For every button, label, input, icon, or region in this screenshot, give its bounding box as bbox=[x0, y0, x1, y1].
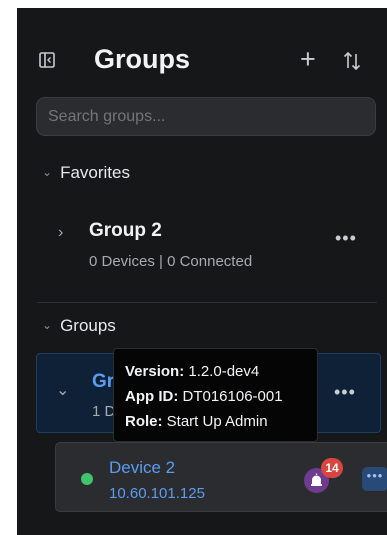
app-id-label: App ID: bbox=[125, 388, 179, 405]
chevron-down-icon: ⌄ bbox=[42, 165, 53, 179]
favorites-label: Favorites bbox=[60, 163, 130, 182]
groups-section-header[interactable]: ⌄ Groups bbox=[42, 316, 116, 336]
favorites-section-header[interactable]: ⌄ Favorites bbox=[42, 163, 130, 183]
device-info-tooltip: Version: 1.2.0-dev4 App ID: DT016106-001… bbox=[113, 348, 318, 442]
tooltip-role-row: Role: Start Up Admin bbox=[125, 409, 306, 434]
device-name[interactable]: Device 2 bbox=[109, 458, 175, 478]
groups-label: Groups bbox=[60, 316, 116, 335]
group-menu-button[interactable]: ••• bbox=[334, 382, 356, 403]
connected-count: 0 Connected bbox=[167, 253, 253, 270]
app-id-value: DT016106-001 bbox=[182, 388, 283, 405]
group-stats: 1 D bbox=[92, 403, 116, 420]
role-label: Role: bbox=[125, 413, 163, 430]
device-card[interactable]: Device 2 10.60.101.125 14 ••• bbox=[55, 442, 387, 512]
role-value: Start Up Admin bbox=[166, 413, 268, 430]
sort-icon[interactable] bbox=[343, 50, 361, 72]
device-ip: 10.60.101.125 bbox=[109, 485, 205, 502]
add-group-button[interactable]: + bbox=[300, 44, 316, 74]
page-title: Groups bbox=[94, 44, 191, 74]
sidebar-collapse-icon[interactable] bbox=[39, 52, 55, 68]
alarm-count-badge: 14 bbox=[321, 458, 343, 478]
chevron-down-icon: ⌄ bbox=[42, 318, 53, 332]
tooltip-version-row: Version: 1.2.0-dev4 bbox=[125, 359, 306, 384]
tooltip-appid-row: App ID: DT016106-001 bbox=[125, 384, 306, 409]
group-name: Group 2 bbox=[89, 220, 162, 241]
section-divider bbox=[37, 302, 377, 303]
panel-header: Groups + bbox=[17, 38, 387, 84]
device-count: 0 Devices bbox=[89, 253, 155, 270]
favorite-group-item[interactable]: › Group 2 0 Devices | 0 Connected ••• bbox=[37, 200, 377, 284]
chevron-right-icon[interactable]: › bbox=[58, 224, 63, 242]
group-stats: 0 Devices | 0 Connected bbox=[89, 253, 253, 270]
groups-panel: Groups + ⌄ Favorites › Group 2 0 Devices … bbox=[17, 8, 387, 535]
group-menu-button[interactable]: ••• bbox=[335, 228, 357, 249]
version-label: Version: bbox=[125, 363, 185, 380]
status-connected-icon bbox=[81, 473, 93, 485]
search-input[interactable] bbox=[36, 97, 376, 136]
chevron-down-icon[interactable]: ⌄ bbox=[56, 380, 69, 400]
group-name: Gr bbox=[92, 371, 115, 392]
device-menu-button[interactable]: ••• bbox=[362, 467, 387, 491]
version-value: 1.2.0-dev4 bbox=[188, 363, 260, 380]
